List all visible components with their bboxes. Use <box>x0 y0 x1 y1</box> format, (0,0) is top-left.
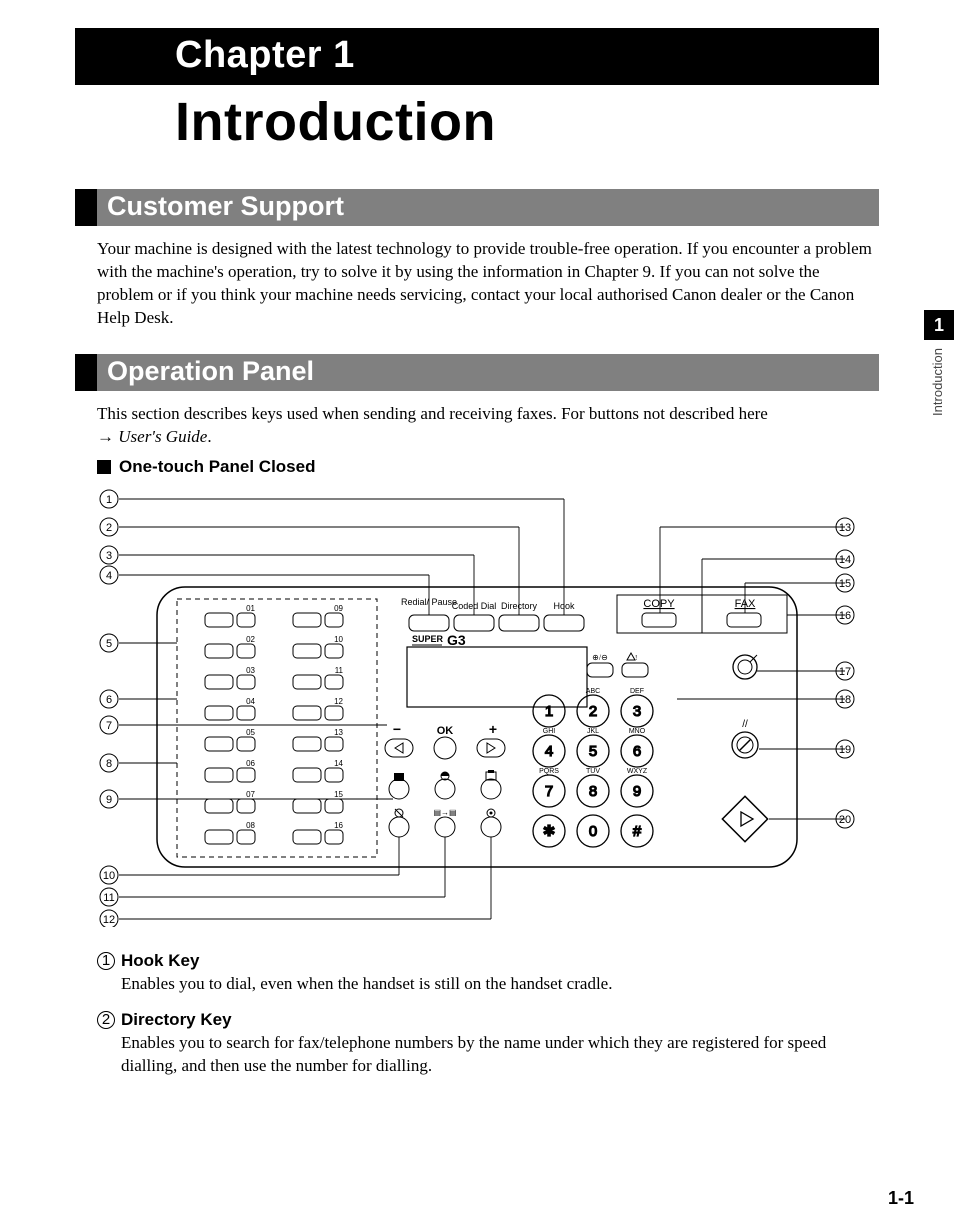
svg-text:14: 14 <box>839 554 851 566</box>
section-customer-support-heading: Customer Support <box>75 189 879 226</box>
svg-text:8: 8 <box>589 783 597 800</box>
super-label: SUPER <box>412 634 444 644</box>
g3-label: G3 <box>447 632 466 648</box>
svg-text:5: 5 <box>106 638 112 650</box>
svg-text:JKL: JKL <box>587 728 599 735</box>
svg-text:0: 0 <box>589 823 597 840</box>
svg-text:4: 4 <box>106 570 112 582</box>
svg-text:10: 10 <box>103 870 115 882</box>
key-title: Hook Key <box>121 951 199 971</box>
operation-panel-diagram: 01090210031104120513061407150816 Redial/… <box>97 487 857 927</box>
section-tab <box>75 189 97 226</box>
svg-text:08: 08 <box>246 821 255 830</box>
svg-text:⊕/⊖: ⊕/⊖ <box>592 653 608 662</box>
side-tab: 1 Introduction <box>924 310 954 440</box>
users-guide-ref: User's Guide <box>118 427 207 446</box>
svg-text:13: 13 <box>839 522 851 534</box>
svg-text:17: 17 <box>839 666 851 678</box>
ok-label: OK <box>437 725 454 737</box>
svg-text:01: 01 <box>246 604 255 613</box>
svg-text:3: 3 <box>106 550 112 562</box>
section-heading: Operation Panel <box>97 354 879 391</box>
section-tab <box>75 354 97 391</box>
minus-label: − <box>393 721 401 737</box>
svg-text:6: 6 <box>106 694 112 706</box>
svg-text:5: 5 <box>589 743 597 760</box>
svg-text:04: 04 <box>246 697 255 706</box>
svg-text:15: 15 <box>334 790 343 799</box>
key-item-1: 1 Hook Key Enables you to dial, even whe… <box>97 951 879 996</box>
section-heading: Customer Support <box>97 189 879 226</box>
svg-text:ABC: ABC <box>586 688 600 695</box>
svg-text:3: 3 <box>633 703 641 720</box>
svg-text:✱: ✱ <box>543 823 556 840</box>
svg-text:DEF: DEF <box>630 688 644 695</box>
key-item-2: 2 Directory Key Enables you to search fo… <box>97 1010 879 1078</box>
svg-text:1: 1 <box>545 703 553 720</box>
svg-text:2: 2 <box>106 522 112 534</box>
svg-text:10: 10 <box>334 635 343 644</box>
key-desc: Enables you to dial, even when the hands… <box>121 973 879 996</box>
svg-text:7: 7 <box>106 720 112 732</box>
svg-text:16: 16 <box>334 821 343 830</box>
svg-text:16: 16 <box>839 610 851 622</box>
key-desc: Enables you to search for fax/telephone … <box>121 1032 879 1078</box>
svg-text:TUV: TUV <box>586 768 600 775</box>
svg-text:9: 9 <box>106 794 112 806</box>
arrow-icon: → <box>97 427 118 446</box>
svg-text:06: 06 <box>246 759 255 768</box>
key-title: Directory Key <box>121 1010 232 1030</box>
period: . <box>207 427 211 446</box>
svg-text:#: # <box>633 823 642 840</box>
plus-label: + <box>489 721 497 737</box>
intro-text: This section describes keys used when se… <box>97 404 768 423</box>
callout-number-icon: 1 <box>97 952 115 970</box>
svg-text:GHI: GHI <box>543 728 556 735</box>
section-operation-panel-heading: Operation Panel <box>75 354 879 391</box>
svg-text:15: 15 <box>839 578 851 590</box>
svg-text:2: 2 <box>589 703 597 720</box>
svg-text:14: 14 <box>334 759 343 768</box>
subheading: One-touch Panel Closed <box>119 457 315 477</box>
callout-number-icon: 2 <box>97 1011 115 1029</box>
subheading-row: One-touch Panel Closed <box>97 457 879 477</box>
svg-text:05: 05 <box>246 728 255 737</box>
svg-text:19: 19 <box>839 744 851 756</box>
svg-text:09: 09 <box>334 604 343 613</box>
svg-text:12: 12 <box>103 914 115 926</box>
side-tab-number: 1 <box>924 310 954 340</box>
svg-text:9: 9 <box>633 783 641 800</box>
svg-text:18: 18 <box>839 694 851 706</box>
svg-text:▤→▤: ▤→▤ <box>433 808 456 817</box>
operation-panel-intro: This section describes keys used when se… <box>97 403 879 449</box>
bullet-square-icon <box>97 460 111 474</box>
chapter-title: Introduction <box>175 91 879 153</box>
svg-text:!: ! <box>635 654 637 662</box>
customer-support-body: Your machine is designed with the latest… <box>97 238 879 330</box>
svg-text:11: 11 <box>335 666 344 675</box>
svg-text:02: 02 <box>246 635 255 644</box>
svg-text:7: 7 <box>545 783 553 800</box>
svg-text:WXYZ: WXYZ <box>627 768 648 775</box>
page-number: 1-1 <box>888 1188 914 1209</box>
svg-text:MNO: MNO <box>629 728 646 735</box>
side-tab-label: Introduction <box>930 348 945 416</box>
copy-label: COPY <box>643 598 675 610</box>
page: Chapter 1 Introduction Customer Support … <box>0 0 954 1227</box>
svg-text:1: 1 <box>106 494 112 506</box>
svg-text:8: 8 <box>106 758 112 770</box>
chapter-label: Chapter 1 <box>155 28 879 85</box>
svg-text:03: 03 <box>246 666 255 675</box>
svg-text:11: 11 <box>103 892 114 904</box>
svg-text:4: 4 <box>545 743 553 760</box>
chapter-tab-left <box>75 28 155 85</box>
svg-text:07: 07 <box>246 790 255 799</box>
chapter-bar: Chapter 1 <box>75 28 879 85</box>
slash-label: // <box>742 719 748 730</box>
svg-text:13: 13 <box>334 728 343 737</box>
svg-text:6: 6 <box>633 743 641 760</box>
svg-text:12: 12 <box>334 697 343 706</box>
svg-text:PQRS: PQRS <box>539 768 559 775</box>
svg-text:20: 20 <box>839 814 851 826</box>
